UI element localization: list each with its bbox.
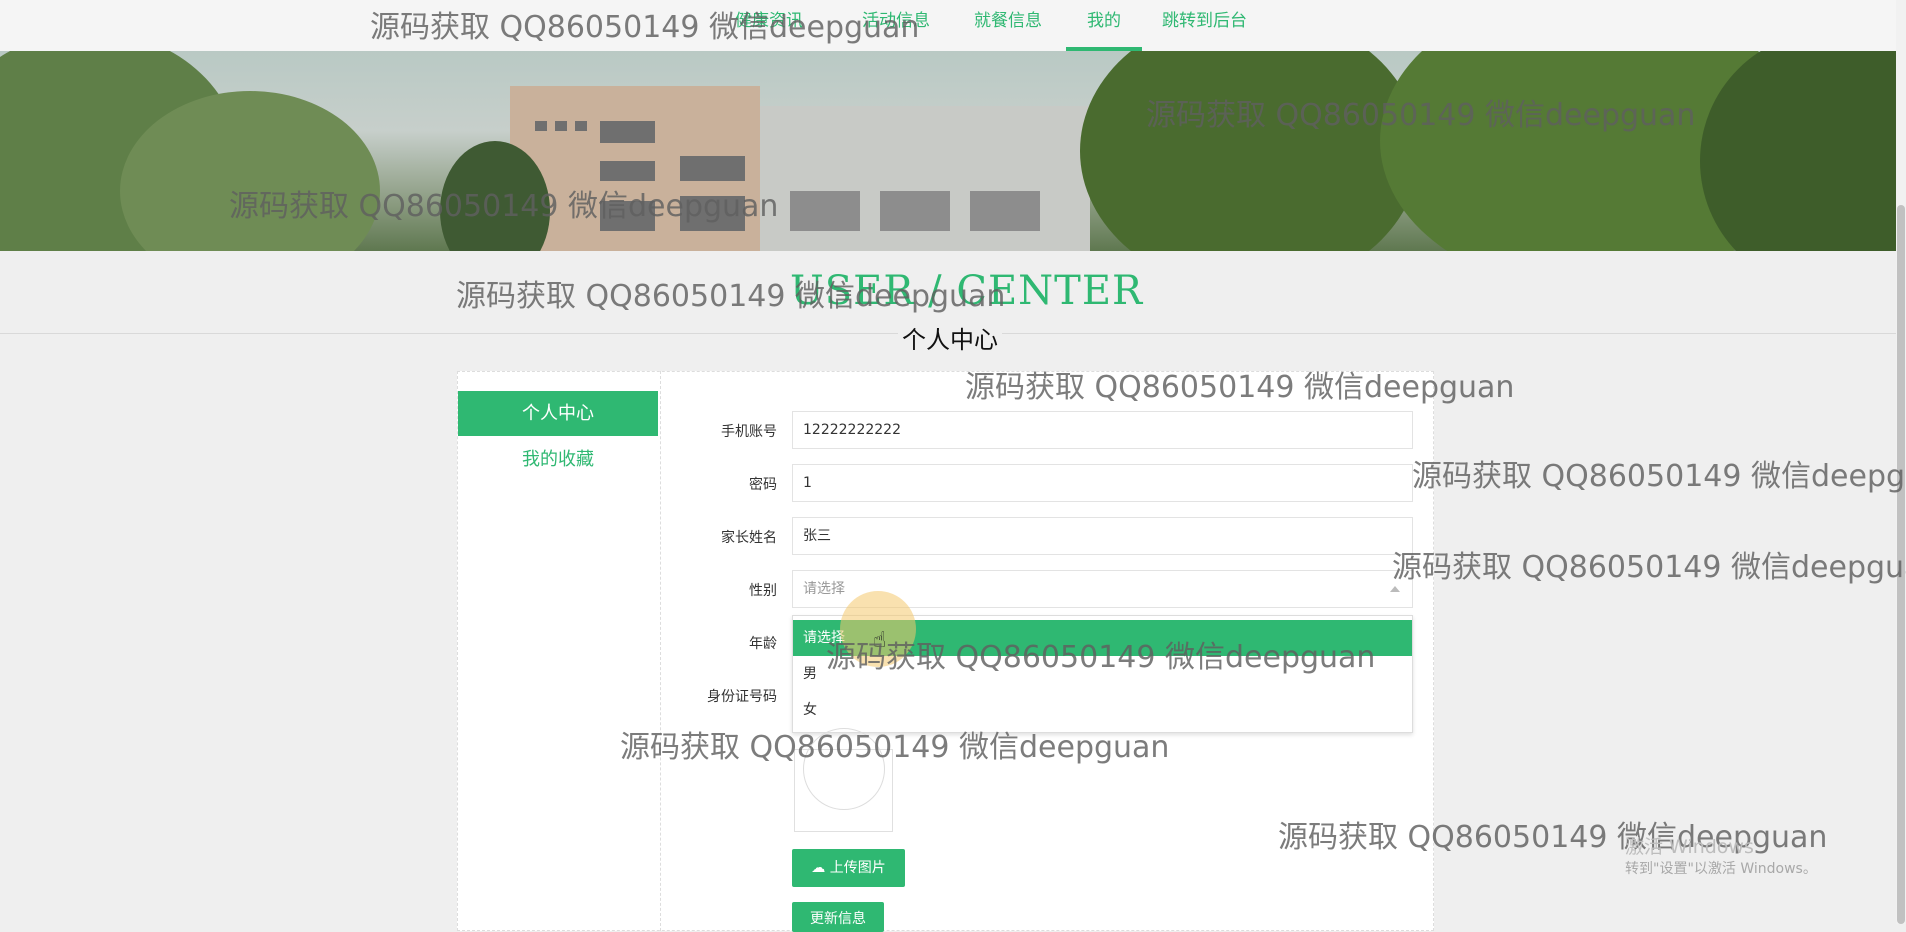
gender-label: 性别	[749, 583, 777, 599]
phone-field[interactable]: 12222222222	[792, 411, 1413, 449]
watermark: 源码获取 QQ86050149 微信deepguan	[229, 189, 779, 224]
watermark: 源码获取 QQ86050149 微信deepguan	[965, 370, 1515, 405]
watermark: 源码获取 QQ86050149 微信deepguan	[826, 640, 1376, 675]
nav-admin-link[interactable]: 跳转到后台	[1162, 0, 1247, 51]
watermark: 源码获取 QQ86050149 微信deepguan	[1146, 98, 1696, 133]
parent-name-label: 家长姓名	[721, 530, 777, 546]
watermark: 源码获取 QQ86050149 微信deepguan	[620, 730, 1170, 765]
top-nav: 健康资讯 活动信息 就餐信息 我的 跳转到后台	[0, 0, 1896, 51]
upload-image-label: 上传图片	[829, 860, 886, 876]
password-label: 密码	[749, 477, 777, 493]
parent-name-field[interactable]: 张三	[792, 517, 1413, 555]
id-number-label: 身份证号码	[707, 689, 777, 705]
watermark: 源码获取 QQ86050149 微信deepguan	[456, 279, 1006, 314]
caret-up-icon	[1390, 586, 1400, 592]
gender-select-placeholder: 请选择	[803, 581, 845, 597]
nav-mine[interactable]: 我的	[1066, 0, 1142, 51]
watermark: 源码获取 QQ86050149 微信deepguan	[370, 10, 920, 45]
watermark: 源码获取 QQ86050149 微信deepguan	[1412, 459, 1906, 494]
password-field[interactable]: 1	[792, 464, 1413, 502]
upload-image-button[interactable]: ☁ 上传图片	[792, 849, 905, 887]
nav-dining-info[interactable]: 就餐信息	[974, 0, 1042, 51]
update-info-button[interactable]: 更新信息	[792, 902, 884, 932]
page-title: 个人中心	[898, 320, 1002, 355]
phone-label: 手机账号	[721, 424, 777, 440]
age-label: 年龄	[749, 636, 777, 652]
windows-activation-title: 激活 Windows	[1625, 836, 1754, 858]
windows-activation-hint: 转到"设置"以激活 Windows。	[1625, 861, 1817, 877]
cloud-upload-icon: ☁	[811, 860, 826, 876]
watermark: 源码获取 QQ86050149 微信deepguan	[1392, 550, 1906, 585]
